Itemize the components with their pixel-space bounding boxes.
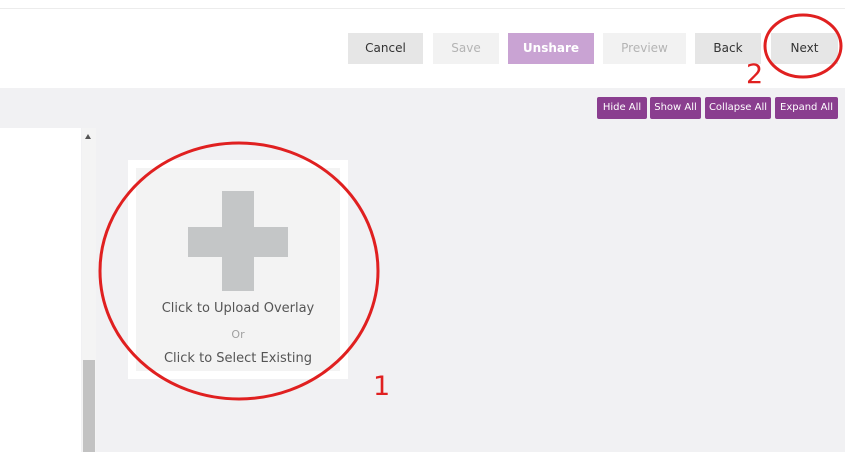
annotation-circle-upload bbox=[98, 141, 380, 401]
annotation-step-1: 1 bbox=[373, 371, 391, 402]
annotation-overlay bbox=[98, 13, 843, 401]
annotation-step-2: 2 bbox=[746, 59, 764, 90]
annotation-circle-next bbox=[763, 13, 843, 79]
